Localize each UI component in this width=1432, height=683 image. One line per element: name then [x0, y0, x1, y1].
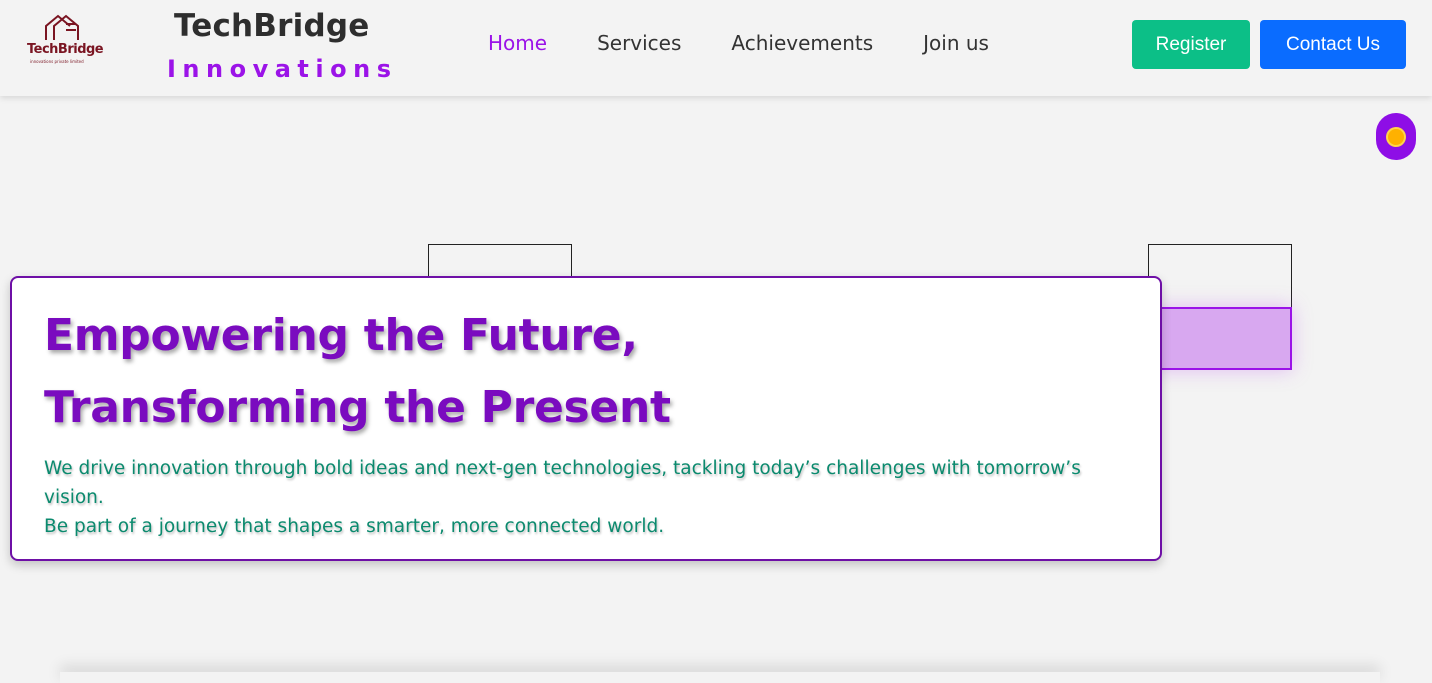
- brand-title: TechBridge: [174, 8, 370, 44]
- next-section-edge: [60, 672, 1380, 683]
- hero-description: We drive innovation through bold ideas a…: [44, 454, 1144, 541]
- logo[interactable]: TechBridge innovations private limited: [24, 14, 104, 70]
- hero-description-line: Be part of a journey that shapes a smart…: [44, 516, 665, 537]
- sun-icon: [1388, 128, 1404, 145]
- decorative-frame: [1148, 244, 1292, 308]
- hero-title-line: Transforming the Present: [44, 382, 671, 433]
- logo-tagline: innovations private limited: [30, 59, 84, 64]
- hero-title: Empowering the Future, Transforming the …: [44, 300, 671, 444]
- decorative-highlight-box: [1154, 307, 1292, 370]
- nav-item-join-us[interactable]: Join us: [923, 31, 989, 55]
- main-nav: Home Services Achievements Join us: [488, 31, 989, 55]
- register-button[interactable]: Register: [1132, 20, 1250, 69]
- hero-title-line: Empowering the Future,: [44, 310, 638, 361]
- hero-card: Empowering the Future, Transforming the …: [10, 276, 1162, 561]
- nav-item-home[interactable]: Home: [488, 31, 547, 55]
- brand-subtitle: Innovations: [167, 55, 398, 83]
- nav-item-achievements[interactable]: Achievements: [731, 31, 873, 55]
- contact-us-button[interactable]: Contact Us: [1260, 20, 1406, 69]
- logo-name: TechBridge: [27, 42, 104, 57]
- site-header: TechBridge innovations private limited T…: [0, 0, 1432, 96]
- house-outline-icon: [45, 14, 79, 40]
- hero-description-line: We drive innovation through bold ideas a…: [44, 458, 1081, 508]
- theme-toggle-button[interactable]: [1376, 113, 1416, 160]
- nav-item-services[interactable]: Services: [597, 31, 681, 55]
